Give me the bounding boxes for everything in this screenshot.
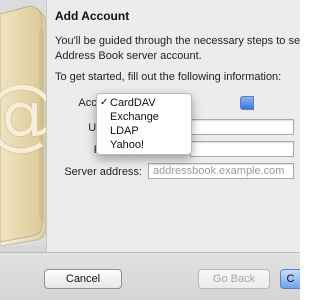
menu-item-exchange[interactable]: Exchange	[97, 110, 191, 124]
cancel-button[interactable]: Cancel	[44, 269, 122, 289]
menu-item-carddav[interactable]: ✓ CardDAV	[97, 96, 191, 110]
account-type-menu[interactable]: ✓ CardDAV Exchange LDAP Yahoo!	[96, 93, 192, 155]
dialog-description: You'll be guided through the necessary s…	[55, 34, 300, 64]
start-instructions: To get started, fill out the following i…	[55, 71, 282, 83]
server-address-field[interactable]	[148, 163, 294, 179]
description-line-1: You'll be guided through the necessary s…	[55, 35, 300, 47]
menu-item-label: Yahoo!	[110, 139, 145, 151]
menu-item-label: LDAP	[110, 125, 139, 137]
go-back-button[interactable]: Go Back	[198, 269, 270, 289]
server-address-input[interactable]	[149, 164, 293, 178]
description-line-2: Address Book server account.	[55, 50, 202, 62]
user-name-field[interactable]	[190, 119, 294, 135]
menu-item-label: Exchange	[110, 111, 159, 123]
password-input[interactable]	[191, 142, 293, 156]
checkmark-icon: ✓	[100, 97, 109, 108]
menu-item-label: CardDAV	[110, 97, 156, 109]
dialog-title: Add Account	[55, 9, 130, 23]
menu-item-yahoo[interactable]: Yahoo!	[97, 138, 191, 152]
password-field[interactable]	[190, 141, 294, 157]
account-type-popup-arrows[interactable]	[240, 96, 254, 110]
server-address-label: Server address:	[64, 166, 142, 178]
user-name-input[interactable]	[191, 120, 293, 134]
continue-button[interactable]: C	[280, 269, 300, 289]
add-account-window: @ Add Account You'll be guided through t…	[0, 0, 300, 300]
menu-item-ldap[interactable]: LDAP	[97, 124, 191, 138]
